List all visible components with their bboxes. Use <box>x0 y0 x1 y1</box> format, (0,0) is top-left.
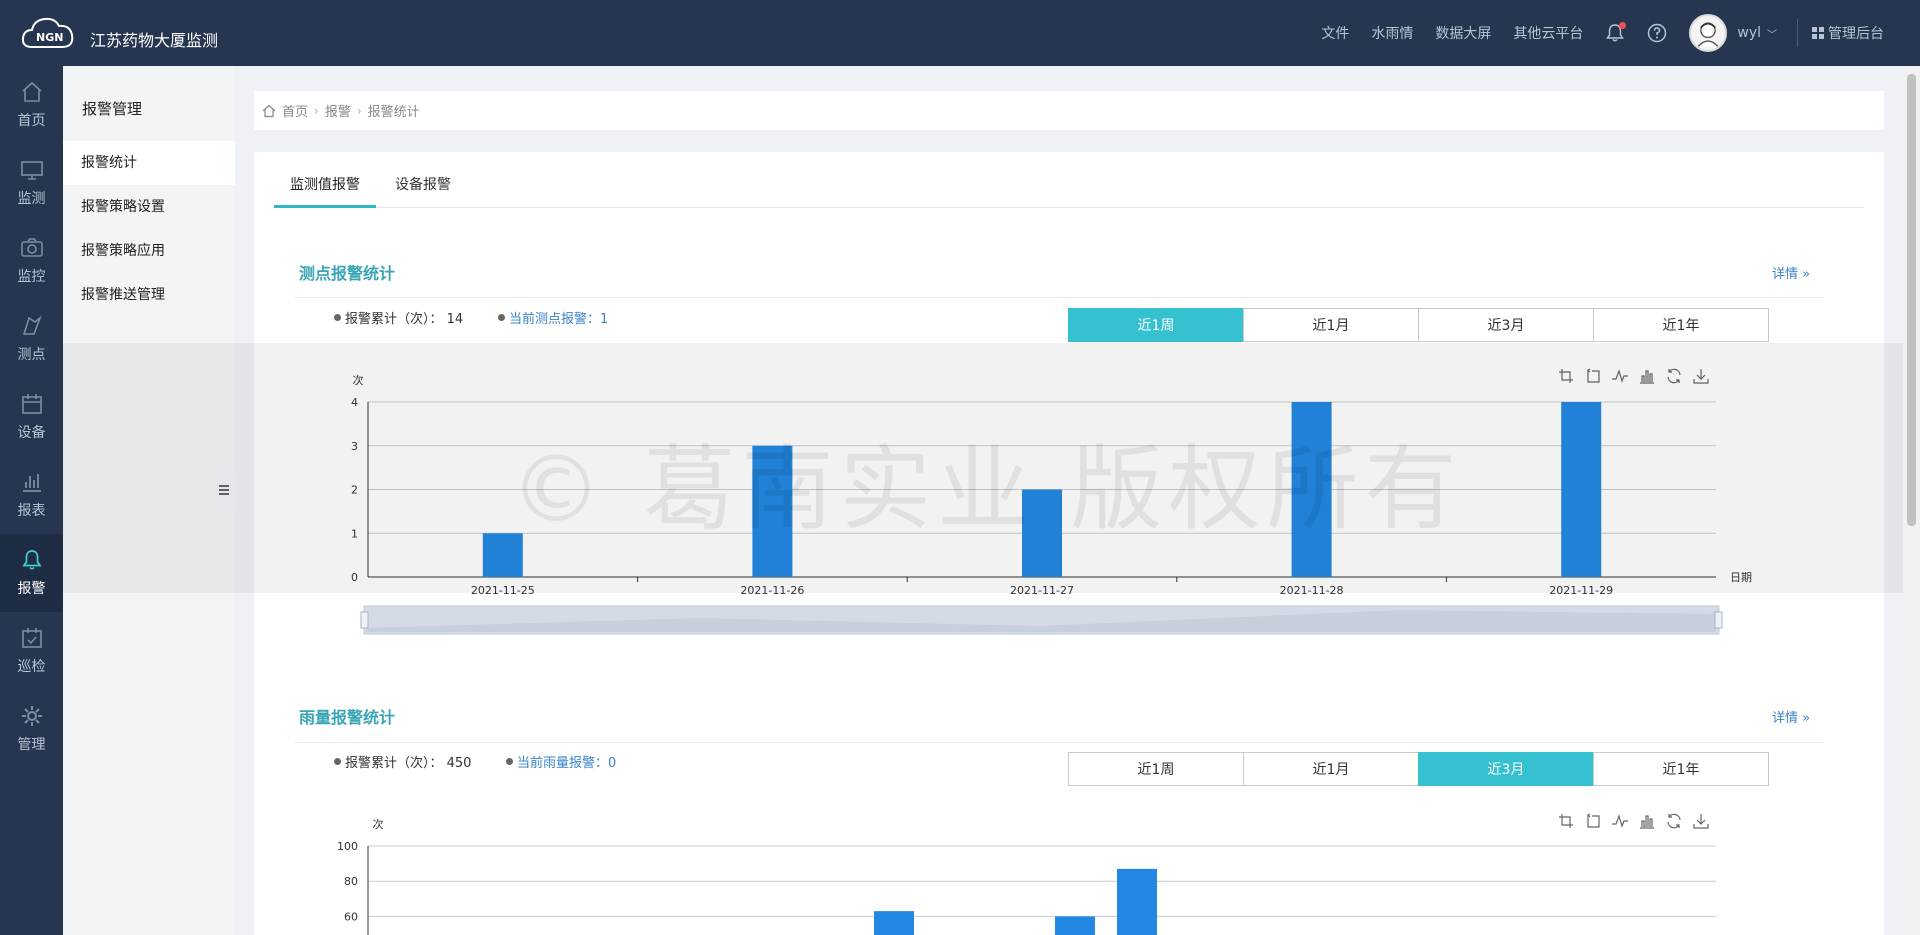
chart-bar <box>1055 916 1095 935</box>
chart-bar <box>752 445 793 577</box>
y-tick-label: 80 <box>344 875 358 888</box>
y-tick-label: 0 <box>351 571 358 584</box>
y-tick-label: 4 <box>351 396 358 409</box>
y-tick-label: 1 <box>351 527 358 540</box>
bar-chart-icon[interactable] <box>1638 367 1656 385</box>
menu-icon <box>219 485 229 495</box>
sidebar-collapse-button[interactable] <box>213 470 235 510</box>
download-icon[interactable] <box>1692 367 1710 385</box>
x-axis-label: 日期 <box>1730 571 1752 584</box>
y-tick-label: 3 <box>351 440 358 453</box>
chart-bar <box>1561 402 1602 577</box>
refresh-icon[interactable] <box>1665 367 1683 385</box>
line-chart-icon[interactable] <box>1611 812 1629 830</box>
chart-bar <box>874 911 914 935</box>
chart-toolbox <box>1557 367 1710 385</box>
line-chart-icon[interactable] <box>1611 367 1629 385</box>
y-axis-label: 次 <box>353 373 364 387</box>
x-tick-label: 2021-11-25 <box>471 584 535 597</box>
refresh-icon[interactable] <box>1665 812 1683 830</box>
data-zoom-handle-left <box>360 611 369 629</box>
zoom-icon[interactable] <box>1557 367 1575 385</box>
zoom-reset-icon[interactable] <box>1584 367 1602 385</box>
scrollbar-thumb[interactable] <box>1907 74 1916 526</box>
x-tick-label: 2021-11-26 <box>740 584 804 597</box>
data-zoom-handle-right <box>1714 611 1723 629</box>
chart-bar <box>1117 868 1157 935</box>
y-tick-label: 100 <box>337 840 358 853</box>
download-icon[interactable] <box>1692 812 1710 830</box>
x-tick-label: 2021-11-27 <box>1010 584 1074 597</box>
y-axis-label: 次 <box>373 817 384 831</box>
zoom-reset-icon[interactable] <box>1584 812 1602 830</box>
chart-bar <box>1291 402 1332 577</box>
y-tick-label: 2 <box>351 484 358 497</box>
point-alarm-chart: 01234次日期2021-11-25 2021-11-26 2021-11-27 20… <box>337 373 1752 935</box>
y-tick-label: 60 <box>344 910 358 923</box>
zoom-icon[interactable] <box>1557 812 1575 830</box>
x-tick-label: 2021-11-29 <box>1549 584 1613 597</box>
bar-chart-icon[interactable] <box>1638 812 1656 830</box>
chart-toolbox <box>1557 812 1710 830</box>
chart-bar <box>1022 489 1062 577</box>
chart-bar <box>482 533 523 577</box>
x-tick-label: 2021-11-28 <box>1280 584 1344 597</box>
page-scrollbar[interactable] <box>1903 66 1920 935</box>
